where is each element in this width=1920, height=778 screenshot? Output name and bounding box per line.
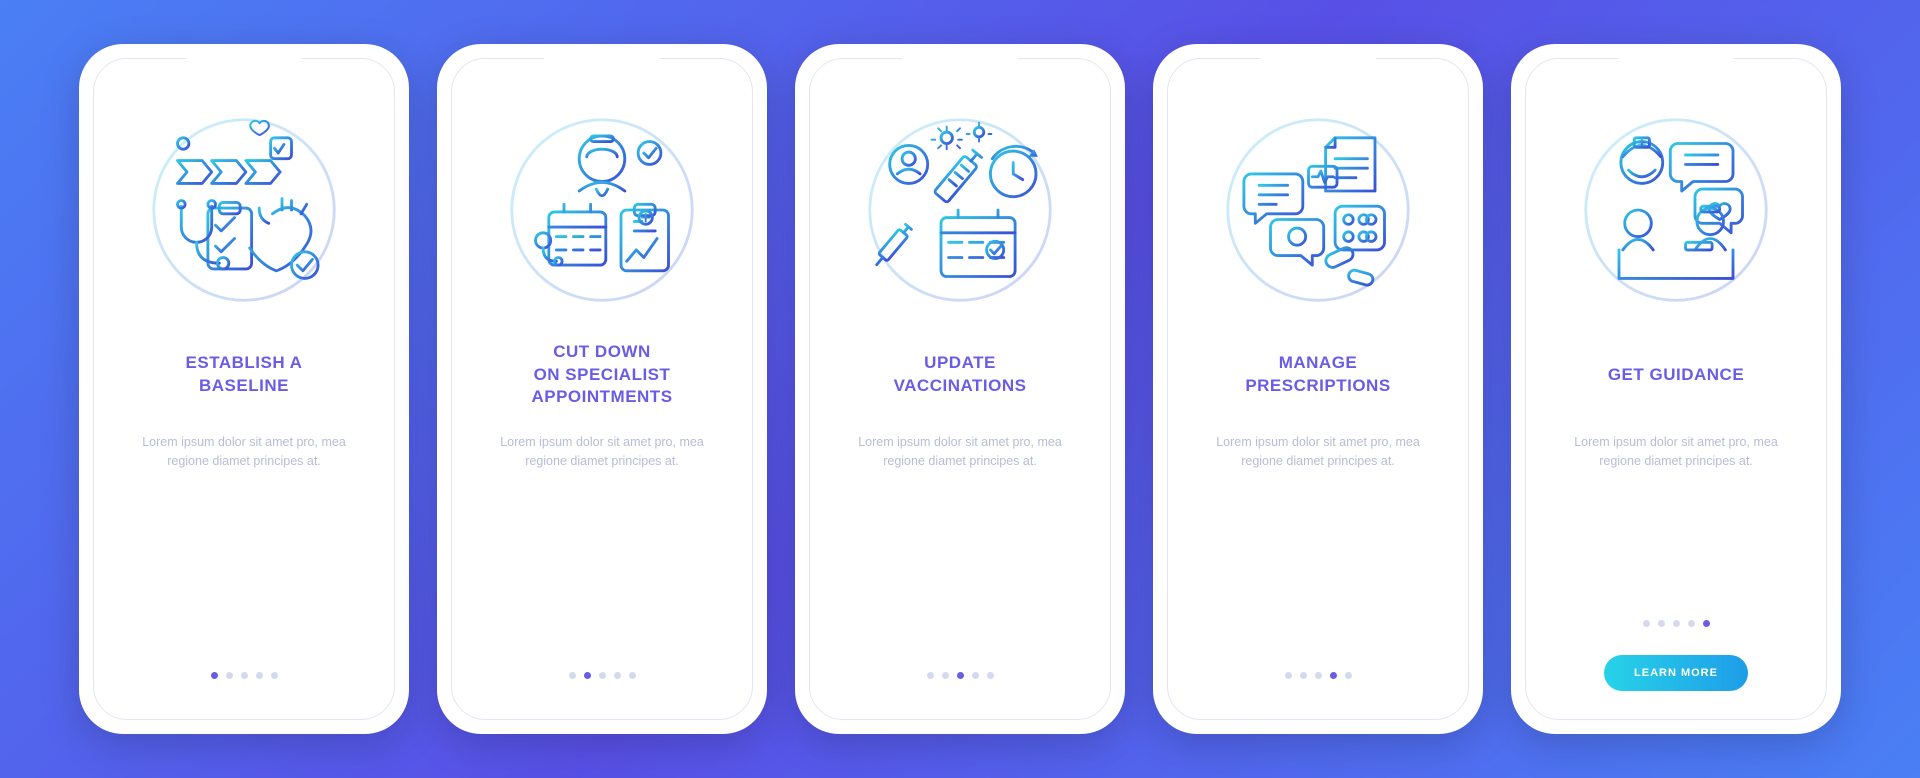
slide-title: CUT DOWN ON SPECIALIST APPOINTMENTS [531,339,672,411]
pagination-dots [810,672,1110,679]
prescriptions-icon [1223,115,1413,305]
pagination-dot[interactable] [256,672,263,679]
phone-screen: CUT DOWN ON SPECIALIST APPOINTMENTS Lorem… [451,58,753,720]
slide-title: MANAGE PRESCRIPTIONS [1245,339,1390,411]
pagination-dot[interactable] [927,672,934,679]
slide-description: Lorem ipsum dolor sit amet pro, mea regi… [1561,433,1791,472]
pagination-dots [452,672,752,679]
phone-mockup-5: GET GUIDANCE Lorem ipsum dolor sit amet p… [1511,44,1841,734]
slide-title: GET GUIDANCE [1608,339,1744,411]
slide-description: Lorem ipsum dolor sit amet pro, mea regi… [129,433,359,472]
pagination-dot[interactable] [1300,672,1307,679]
pagination-dots [94,672,394,679]
pagination-dot[interactable] [226,672,233,679]
pagination-dot[interactable] [1688,620,1695,627]
learn-more-button[interactable]: LEARN MORE [1604,655,1748,691]
onboarding-stage: ESTABLISH A BASELINE Lorem ipsum dolor si… [20,44,1900,734]
pagination-dot[interactable] [584,672,591,679]
baseline-icon [149,115,339,305]
guidance-icon [1581,115,1771,305]
specialist-icon [507,115,697,305]
pagination-dot[interactable] [271,672,278,679]
pagination-dot[interactable] [1703,620,1710,627]
phone-screen: UPDATE VACCINATIONS Lorem ipsum dolor sit… [809,58,1111,720]
slide-title: ESTABLISH A BASELINE [186,339,303,411]
pagination-dot[interactable] [569,672,576,679]
slide-description: Lorem ipsum dolor sit amet pro, mea regi… [845,433,1075,472]
pagination-dot[interactable] [599,672,606,679]
slide-description: Lorem ipsum dolor sit amet pro, mea regi… [487,433,717,472]
pagination-dot[interactable] [1345,672,1352,679]
pagination-dot[interactable] [1315,672,1322,679]
phone-mockup-4: MANAGE PRESCRIPTIONS Lorem ipsum dolor si… [1153,44,1483,734]
pagination-dot[interactable] [1285,672,1292,679]
pagination-dot[interactable] [942,672,949,679]
phone-mockup-1: ESTABLISH A BASELINE Lorem ipsum dolor si… [79,44,409,734]
phone-screen: MANAGE PRESCRIPTIONS Lorem ipsum dolor si… [1167,58,1469,720]
pagination-dot[interactable] [1330,672,1337,679]
pagination-dot[interactable] [241,672,248,679]
slide-title: UPDATE VACCINATIONS [894,339,1027,411]
phone-screen: ESTABLISH A BASELINE Lorem ipsum dolor si… [93,58,395,720]
pagination-dots [1168,672,1468,679]
slide-description: Lorem ipsum dolor sit amet pro, mea regi… [1203,433,1433,472]
pagination-dot[interactable] [1673,620,1680,627]
pagination-dot[interactable] [1643,620,1650,627]
pagination-dot[interactable] [629,672,636,679]
pagination-dot[interactable] [1658,620,1665,627]
pagination-dots [1526,620,1826,627]
phone-screen: GET GUIDANCE Lorem ipsum dolor sit amet p… [1525,58,1827,720]
pagination-dot[interactable] [211,672,218,679]
vaccinations-icon [865,115,1055,305]
pagination-dot[interactable] [987,672,994,679]
pagination-dot[interactable] [614,672,621,679]
pagination-dot[interactable] [957,672,964,679]
phone-mockup-2: CUT DOWN ON SPECIALIST APPOINTMENTS Lorem… [437,44,767,734]
pagination-dot[interactable] [972,672,979,679]
phone-mockup-3: UPDATE VACCINATIONS Lorem ipsum dolor sit… [795,44,1125,734]
